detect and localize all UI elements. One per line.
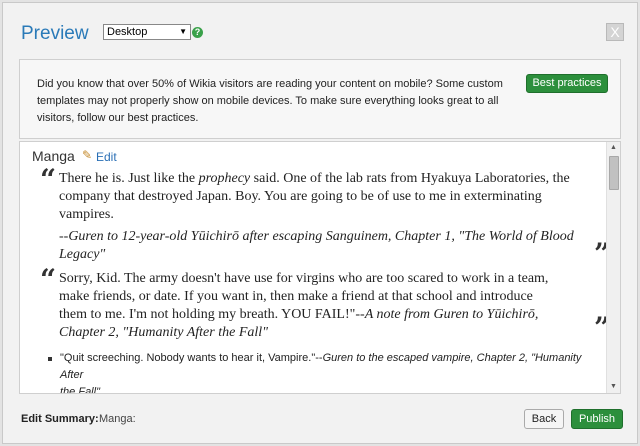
list-item-text: "Quit screeching. Nobody wants to hear i… <box>60 352 323 364</box>
dialog-title: Preview <box>21 23 89 44</box>
scroll-thumb[interactable] <box>609 156 619 190</box>
edit-link[interactable]: Edit <box>96 150 117 164</box>
quote-open-icon: “ <box>40 263 57 296</box>
best-practices-button[interactable]: Best practices <box>526 74 608 93</box>
notice-text: Did you know that over 50% of Wikia visi… <box>37 76 507 127</box>
quote-attribution: --Guren to 12-year-old Yūichirō after es… <box>59 228 574 264</box>
quote-line: Sorry, Kid. The army doesn't have use fo… <box>59 271 549 286</box>
quote-text: Sorry, Kid. The army doesn't have use fo… <box>59 270 548 342</box>
quote-open-icon: “ <box>40 163 57 196</box>
pencil-icon: ✎ <box>82 148 93 162</box>
bullet-dot <box>48 357 52 361</box>
quote-line: make friends, or date. If you want in, t… <box>59 289 533 304</box>
publish-button[interactable]: Publish <box>571 409 623 429</box>
scroll-down-icon[interactable]: ▼ <box>607 381 620 393</box>
back-button[interactable]: Back <box>524 409 564 429</box>
scroll-up-icon[interactable]: ▲ <box>607 142 620 154</box>
quote-text-part: There he is. Just like the <box>59 171 199 186</box>
quote-emphasis: Chapter 2, "Humanity After the Fall" <box>59 325 269 340</box>
list-item-emphasis: the Fall" <box>60 386 100 394</box>
notice-line: Did you know that over 50% of Wikia visi… <box>37 78 503 90</box>
quote-text-part: said. One of the lab rats from Hyakuya L… <box>250 171 570 186</box>
attribution-line: --Guren to 12-year-old Yūichirō after es… <box>59 229 574 244</box>
quote-line: vampires. <box>59 207 114 222</box>
layout-select-value: Desktop <box>107 26 148 38</box>
close-icon[interactable]: X <box>606 23 624 41</box>
quote-text: There he is. Just like the prophecy said… <box>59 170 570 224</box>
layout-select[interactable]: Desktop ▼ <box>103 24 191 40</box>
section-heading: Manga <box>32 148 75 164</box>
notice-line: templates may not properly show on mobil… <box>37 95 499 107</box>
edit-summary-value: Manga: <box>99 413 136 425</box>
quote-text-part: them to me. I'm not holding my breath. Y… <box>59 307 365 322</box>
help-icon[interactable]: ? <box>192 27 203 38</box>
edit-summary-label: Edit Summary: <box>21 413 99 425</box>
list-item: "Quit screeching. Nobody wants to hear i… <box>60 350 605 394</box>
chevron-down-icon: ▼ <box>179 27 187 36</box>
preview-content: Manga ✎ Edit “ There he is. Just like th… <box>19 141 621 394</box>
bullet-list: "Quit screeching. Nobody wants to hear i… <box>48 350 608 393</box>
quote-emphasis: A note from Guren to Yūichirō, <box>364 307 539 322</box>
content-scrollbar[interactable]: ▲ ▼ <box>606 142 620 393</box>
quote-line: company that destroyed Japan. Boy. You a… <box>59 189 542 204</box>
attribution-line: Legacy" <box>59 247 106 262</box>
preview-dialog: Preview Desktop ▼ ? X Did you know that … <box>2 2 638 444</box>
mobile-notice: Did you know that over 50% of Wikia visi… <box>19 59 621 139</box>
quote-emphasis: prophecy <box>198 171 251 186</box>
notice-line: visitors, follow our best practices. <box>37 112 199 124</box>
